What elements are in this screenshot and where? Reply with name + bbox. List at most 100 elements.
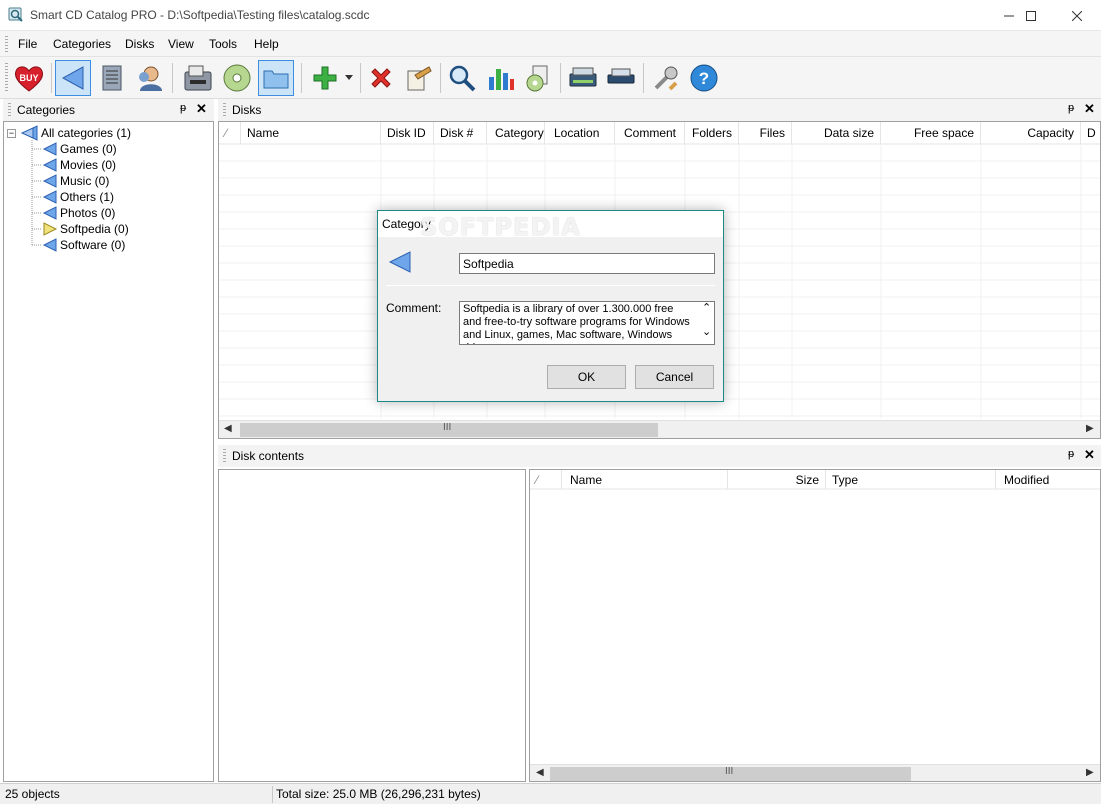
scanner-icon	[569, 67, 597, 87]
menu-file[interactable]: File	[18, 37, 37, 51]
scroll-up-arrow[interactable]: ⌃	[702, 302, 711, 315]
panel-grip[interactable]	[223, 103, 226, 117]
scroll-left-arrow[interactable]: ◀	[224, 423, 232, 434]
tools-icon	[654, 66, 678, 91]
close-panel-icon[interactable]: ✕	[196, 101, 207, 117]
menu-disks[interactable]: Disks	[125, 37, 154, 51]
tools-button[interactable]	[648, 60, 684, 96]
disks-horizontal-scrollbar[interactable]: ◀ III ▶	[219, 420, 1100, 438]
scroll-left-arrow[interactable]: ◀	[536, 767, 544, 778]
maximize-icon	[1026, 10, 1036, 21]
scroll-right-arrow[interactable]: ▶	[1086, 423, 1094, 434]
pin-icon[interactable]: ᵽ	[1068, 102, 1074, 114]
toolbar-grip[interactable]	[5, 63, 8, 93]
tree-item-photos[interactable]: Photos (0)	[42, 205, 117, 221]
pin-icon[interactable]: ᵽ	[180, 102, 186, 114]
tree-item-software[interactable]: Software (0)	[42, 237, 127, 253]
printer-button[interactable]	[603, 60, 639, 96]
sort-indicator[interactable]: ⁄	[219, 122, 241, 144]
user-button[interactable]	[131, 60, 167, 96]
tree-root-all-categories[interactable]: − All categories (1)	[7, 125, 133, 141]
help-button[interactable]: ?	[686, 60, 722, 96]
scroll-right-arrow[interactable]: ▶	[1086, 767, 1094, 778]
menu-view[interactable]: View	[168, 37, 194, 51]
tree-item-label: Movies (0)	[60, 158, 117, 172]
tree-item-games[interactable]: Games (0)	[42, 141, 119, 157]
cd-report-button[interactable]	[520, 60, 556, 96]
toolbar-separator	[301, 63, 302, 93]
disk-list-button[interactable]	[94, 60, 130, 96]
category-icon	[388, 251, 411, 273]
column-header-name[interactable]: Name	[241, 122, 381, 144]
panel-grip[interactable]	[223, 449, 226, 463]
panel-grip[interactable]	[8, 103, 11, 117]
buy-button[interactable]: BUY	[11, 60, 47, 96]
column-header-free-space[interactable]: Free space	[881, 122, 981, 144]
close-panel-icon[interactable]: ✕	[1084, 101, 1095, 117]
statistics-icon	[489, 69, 514, 90]
column-header-type[interactable]: Type	[826, 470, 996, 489]
menu-grip[interactable]	[5, 36, 8, 52]
close-button[interactable]	[1054, 0, 1100, 31]
folder-tree[interactable]	[218, 469, 526, 782]
category-name-input[interactable]	[459, 253, 715, 274]
ok-button[interactable]: OK	[547, 365, 626, 389]
column-header-size[interactable]: Size	[728, 470, 826, 489]
delete-button[interactable]	[363, 60, 399, 96]
categories-view-button[interactable]	[55, 60, 91, 96]
sort-indicator[interactable]: ⁄	[530, 470, 562, 489]
close-icon	[1072, 10, 1082, 21]
column-header-location[interactable]: Location	[545, 122, 615, 144]
column-header-comment[interactable]: Comment	[615, 122, 685, 144]
column-header-files[interactable]: Files	[739, 122, 792, 144]
column-header-modified[interactable]: Modified	[996, 470, 1100, 489]
buy-label: BUY	[19, 73, 38, 83]
menu-categories[interactable]: Categories	[53, 37, 111, 51]
column-header-data-size[interactable]: Data size	[792, 122, 881, 144]
menu-tools[interactable]: Tools	[209, 37, 237, 51]
properties-button[interactable]	[400, 60, 436, 96]
printer-icon	[607, 68, 635, 84]
column-header-d[interactable]: D	[1081, 122, 1100, 144]
column-header-folders[interactable]: Folders	[685, 122, 739, 144]
search-icon	[449, 65, 476, 92]
app-icon	[8, 7, 23, 22]
dialog-separator	[386, 285, 715, 286]
add-dropdown-button[interactable]	[340, 60, 358, 96]
category-icon	[42, 158, 57, 172]
category-icon	[42, 174, 57, 188]
close-panel-icon[interactable]: ✕	[1084, 447, 1095, 463]
comment-scrollbar[interactable]: ⌃ ⌄	[698, 302, 714, 344]
comment-textarea[interactable]: Softpedia is a library of over 1.300.000…	[459, 301, 715, 345]
comment-label: Comment:	[386, 301, 442, 315]
cd-button[interactable]	[219, 60, 255, 96]
column-header-disk-number[interactable]: Disk #	[434, 122, 487, 144]
add-icon	[313, 66, 337, 90]
column-header-disk-id[interactable]: Disk ID	[381, 122, 434, 144]
tree-item-softpedia[interactable]: Softpedia (0)	[42, 221, 131, 237]
pin-icon[interactable]: ᵽ	[1068, 448, 1074, 460]
add-button[interactable]	[307, 60, 343, 96]
toolbar: BUY ?	[0, 57, 1101, 99]
files-table: ⁄ Name Size Type Modified ◀ III ▶	[529, 469, 1101, 782]
tree-item-movies[interactable]: Movies (0)	[42, 157, 118, 173]
files-horizontal-scrollbar[interactable]: ◀ III ▶	[530, 764, 1100, 781]
collapse-toggle[interactable]: −	[7, 128, 16, 138]
title-bar: Smart CD Catalog PRO - D:\Softpedia\Test…	[0, 0, 1101, 31]
cancel-button[interactable]: Cancel	[635, 365, 714, 389]
folder-button[interactable]	[258, 60, 294, 96]
scanner-button[interactable]	[565, 60, 601, 96]
cd-report-icon	[526, 65, 548, 92]
maximize-button[interactable]	[1008, 0, 1054, 31]
statistics-button[interactable]	[483, 60, 519, 96]
menu-help[interactable]: Help	[254, 37, 279, 51]
tree-item-music[interactable]: Music (0)	[42, 173, 111, 189]
disks-panel-header: Disks ᵽ ✕	[218, 99, 1101, 121]
column-header-category[interactable]: Category	[487, 122, 545, 144]
scan-disk-button[interactable]	[180, 60, 216, 96]
column-header-name[interactable]: Name	[562, 470, 728, 489]
scroll-down-arrow[interactable]: ⌄	[702, 326, 711, 339]
search-button[interactable]	[444, 60, 480, 96]
column-header-capacity[interactable]: Capacity	[981, 122, 1081, 144]
tree-item-others[interactable]: Others (1)	[42, 189, 116, 205]
